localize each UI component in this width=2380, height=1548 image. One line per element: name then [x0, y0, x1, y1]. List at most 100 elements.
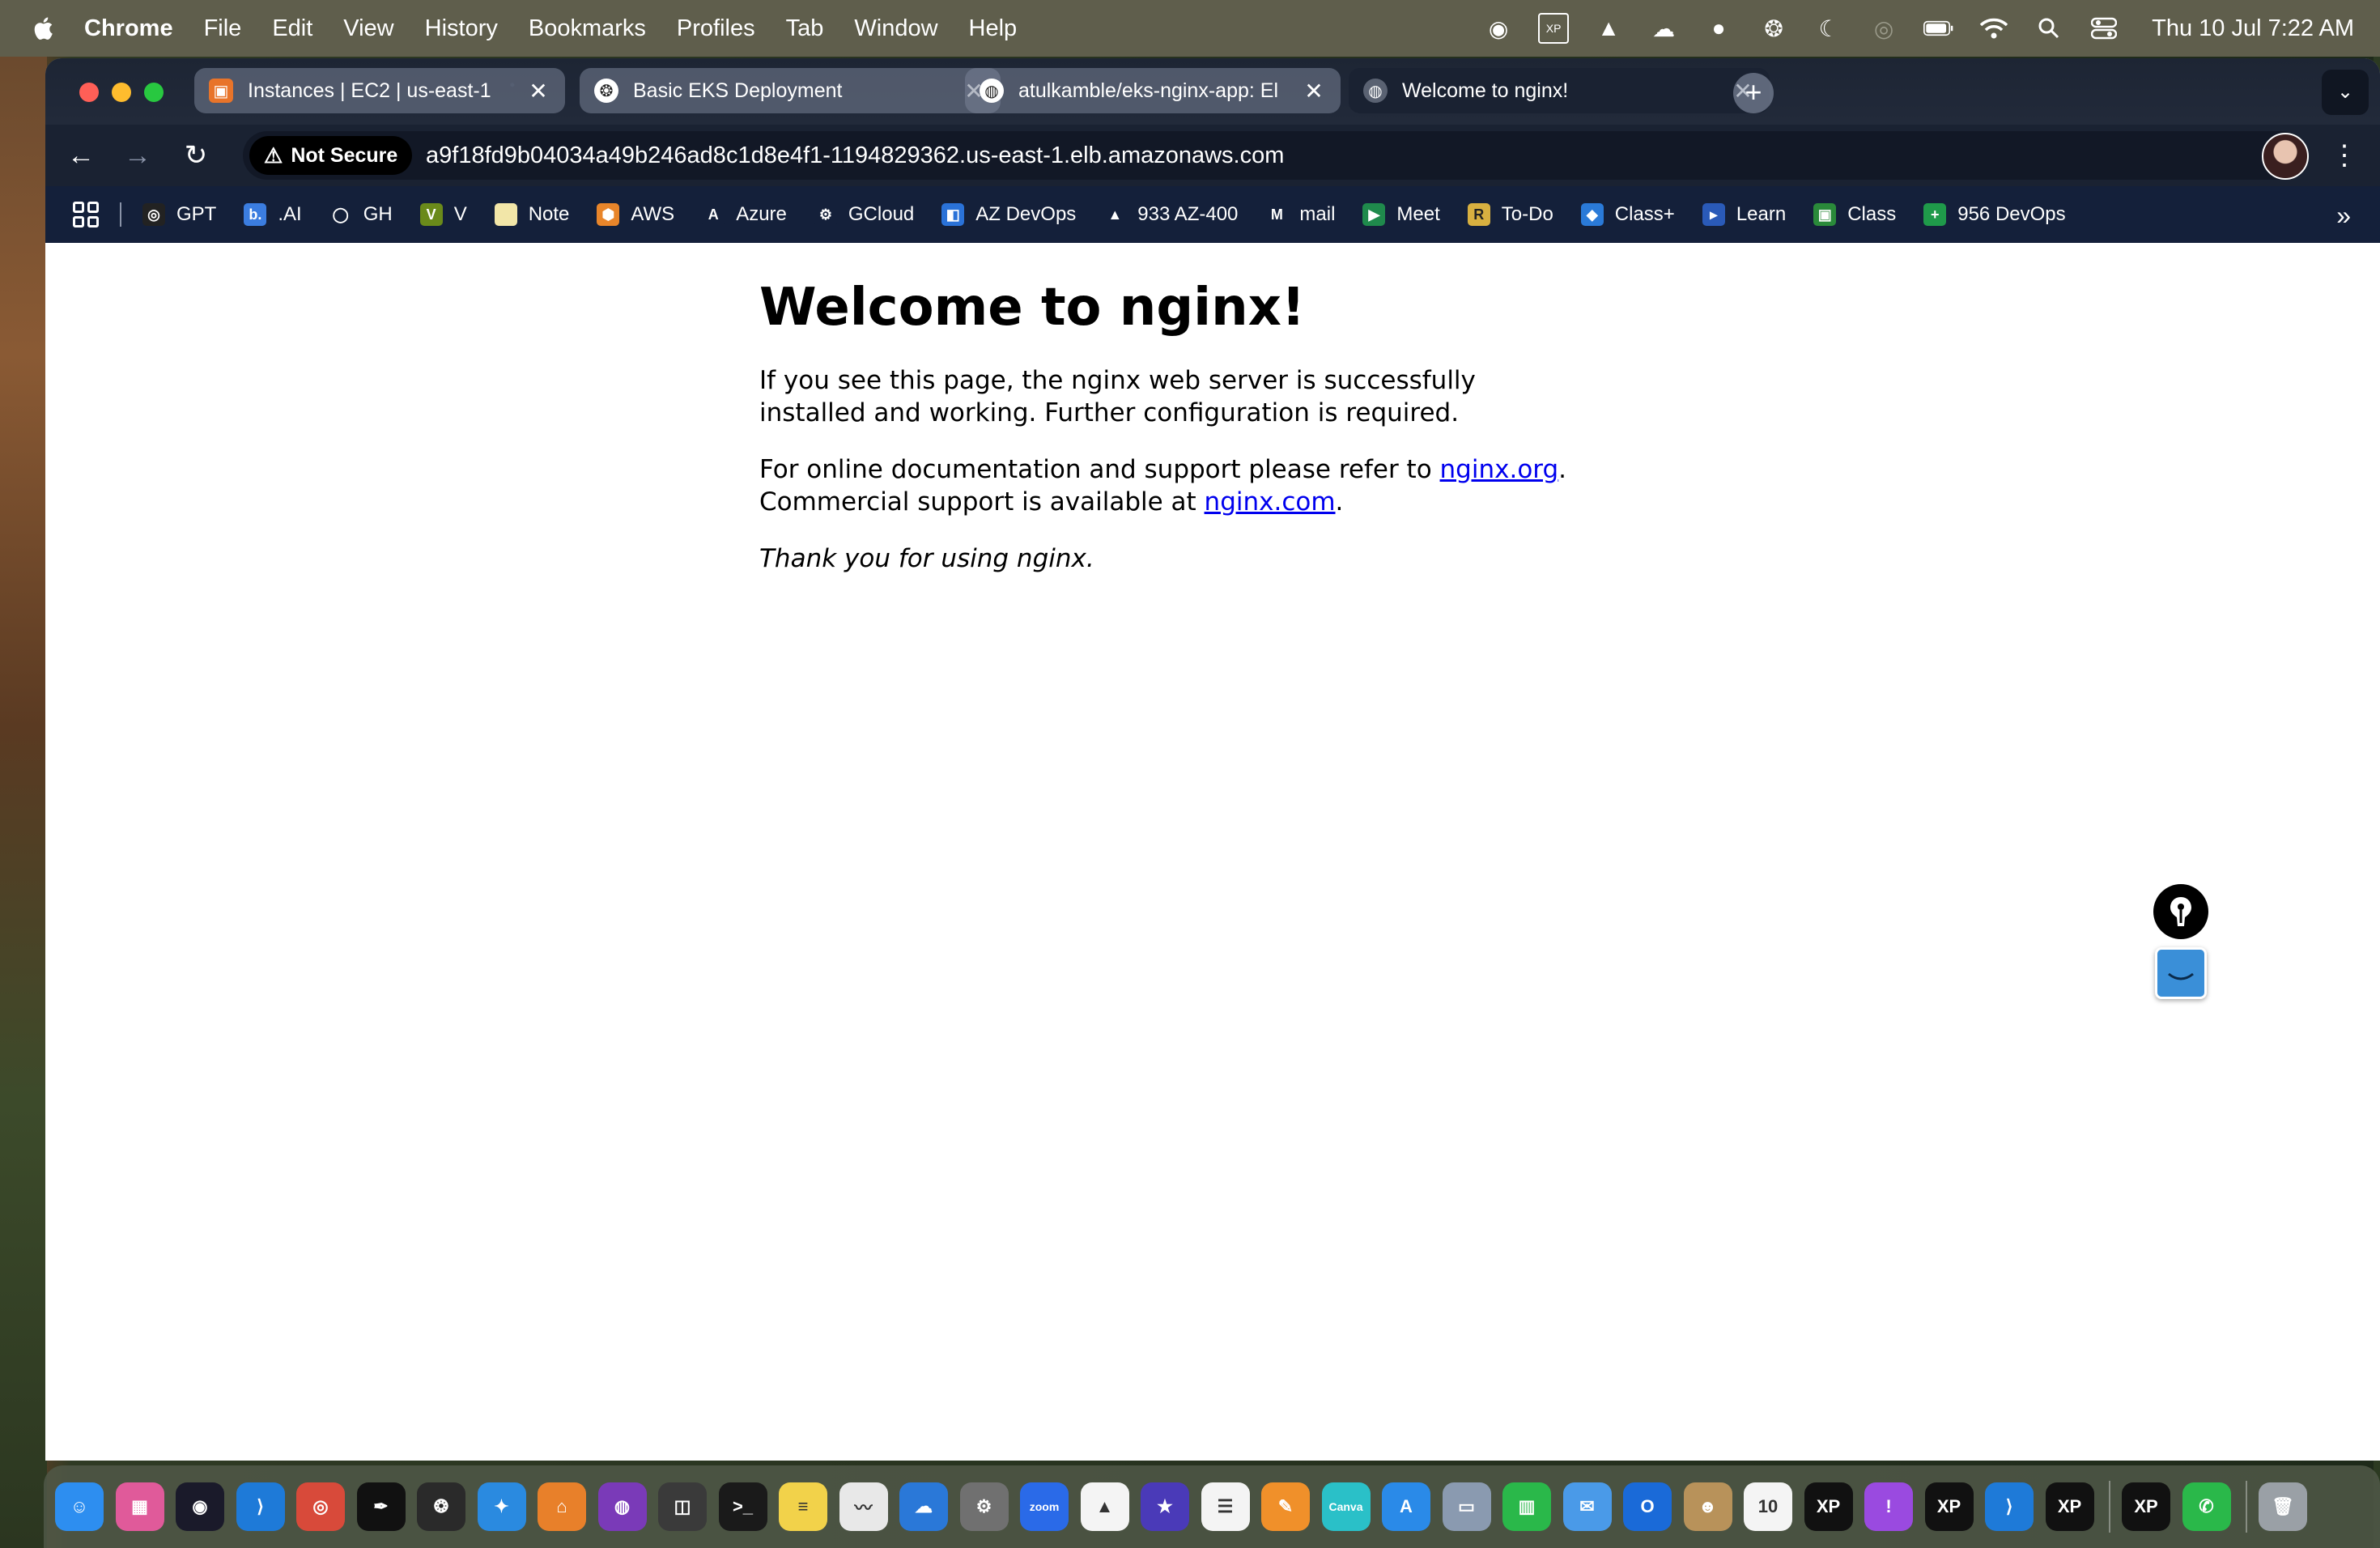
pen-pin-icon[interactable]: ✒: [356, 1482, 406, 1531]
tab-welcome-nginx[interactable]: ◍ Welcome to nginx! ✕: [1349, 68, 1770, 113]
apple-logo-icon[interactable]: [31, 15, 58, 42]
xppen-icon[interactable]: XP: [2045, 1482, 2094, 1531]
tab-github-repo[interactable]: ◍ atulkamble/eks-nginx-app: El ✕: [965, 68, 1341, 113]
control-center-icon[interactable]: [2089, 13, 2119, 44]
bookmark-gpt[interactable]: ◎ GPT: [142, 203, 216, 226]
obs-icon[interactable]: ◉: [176, 1482, 224, 1531]
close-tab-icon[interactable]: ✕: [1302, 78, 1326, 104]
nginx-com-link[interactable]: nginx.com: [1205, 487, 1336, 517]
do-not-disturb-icon[interactable]: ☾: [1813, 13, 1844, 44]
wifi-icon[interactable]: [1978, 13, 2009, 44]
google-drive-icon[interactable]: ▲: [1080, 1482, 1129, 1531]
browser-menu-icon[interactable]: ⋮: [2328, 138, 2361, 173]
bookmark-note[interactable]: Note: [494, 203, 569, 226]
menu-edit[interactable]: Edit: [272, 15, 312, 42]
tab-basic-eks[interactable]: ❂ Basic EKS Deployment ✕: [580, 68, 1001, 113]
pages-icon[interactable]: ✎: [1261, 1482, 1310, 1531]
bookmark-gcloud[interactable]: ⚙ GCloud: [814, 203, 914, 226]
airdrop-icon[interactable]: ◎: [1868, 13, 1899, 44]
tab-ec2-instances[interactable]: ▣ Instances | EC2 | us-east-1 ✕: [194, 68, 565, 113]
outlook-icon[interactable]: O: [1623, 1482, 1672, 1531]
battery-icon[interactable]: [1923, 13, 1954, 44]
pages-tray-icon[interactable]: ▲: [1593, 13, 1624, 44]
close-window-button[interactable]: [79, 83, 99, 102]
bookmark-learn[interactable]: ▸ Learn: [1702, 203, 1786, 226]
bookmark-v[interactable]: VV: [419, 203, 467, 226]
chatgpt-tray-icon[interactable]: ❂: [1758, 13, 1789, 44]
back-button[interactable]: ←: [63, 138, 99, 173]
reload-button[interactable]: ↻: [178, 138, 214, 173]
apps-grid-icon[interactable]: [73, 202, 99, 228]
not-secure-chip[interactable]: ⚠ Not Secure: [249, 136, 413, 175]
menu-file[interactable]: File: [204, 15, 242, 42]
terminal-icon[interactable]: >_: [718, 1482, 767, 1531]
bookmark-class[interactable]: ▣ Class: [1813, 203, 1896, 226]
bookmark-mail[interactable]: Mmail: [1265, 203, 1335, 226]
vscode-icon[interactable]: ⟩: [236, 1482, 285, 1531]
sourcetree-icon[interactable]: ⌂: [538, 1482, 586, 1531]
xppen-icon[interactable]: XP: [1924, 1482, 1974, 1531]
chatgpt-icon[interactable]: ❂: [417, 1482, 465, 1531]
imovie-icon[interactable]: ★: [1141, 1482, 1189, 1531]
launchpad-icon[interactable]: ▦: [115, 1482, 164, 1531]
pen-extension-icon[interactable]: [2153, 884, 2208, 939]
feedback-icon[interactable]: !: [1864, 1482, 1913, 1531]
spotlight-search-icon[interactable]: [2034, 13, 2064, 44]
app-store-icon[interactable]: A: [1382, 1482, 1430, 1531]
url-text[interactable]: a9f18fd9b04034a49b246ad8c1d8e4f1-1194829…: [426, 131, 1284, 180]
smile-extension-icon[interactable]: [2155, 947, 2207, 999]
cloud-icon[interactable]: ☁: [1648, 13, 1679, 44]
minimize-window-button[interactable]: [112, 83, 131, 102]
menu-view[interactable]: View: [343, 15, 393, 42]
address-bar[interactable]: ⚠ Not Secure a9f18fd9b04034a49b246ad8c1d…: [243, 131, 2307, 180]
bookmark-gh[interactable]: ◯ GH: [329, 203, 393, 226]
new-tab-button[interactable]: +: [1733, 73, 1774, 113]
system-settings-icon[interactable]: ⚙: [959, 1482, 1009, 1531]
profile-avatar[interactable]: [2262, 133, 2309, 180]
xppen-icon[interactable]: XP: [2122, 1482, 2170, 1531]
trash-icon[interactable]: 🗑: [2259, 1482, 2307, 1531]
pin-tray-icon[interactable]: ●: [1703, 13, 1734, 44]
bookmark-933-az-400[interactable]: ▲ 933 AZ-400: [1103, 203, 1238, 226]
bookmark-meet[interactable]: ▶ Meet: [1362, 203, 1440, 226]
screenshot-icon[interactable]: ◫: [658, 1482, 707, 1531]
bookmark-aws[interactable]: ⬢ AWS: [597, 203, 674, 226]
freeform-icon[interactable]: 〰: [839, 1482, 888, 1531]
contacts-icon[interactable]: ☻: [1683, 1482, 1732, 1531]
github-desktop-icon[interactable]: ◍: [597, 1482, 647, 1531]
tab-search-button[interactable]: ⌄: [2322, 70, 2369, 115]
bookmark-az-devops[interactable]: ◧ AZ DevOps: [941, 203, 1076, 226]
onedrive-icon[interactable]: ☁: [899, 1482, 948, 1531]
xppen-tray-icon[interactable]: XP: [1538, 13, 1570, 44]
numbers-icon[interactable]: ▥: [1502, 1482, 1551, 1531]
xppen-icon[interactable]: XP: [1804, 1482, 1853, 1531]
preview-icon[interactable]: ▭: [1442, 1482, 1491, 1531]
menu-clock[interactable]: Thu 10 Jul 7:22 AM: [2152, 15, 2354, 42]
reminders-icon[interactable]: ☰: [1201, 1482, 1250, 1531]
bookmark-956-devops[interactable]: +956 DevOps: [1923, 203, 2066, 226]
vscode-icon[interactable]: ⟩: [1985, 1482, 2034, 1531]
bookmark-azure[interactable]: A Azure: [702, 203, 787, 226]
calendar-icon[interactable]: 10: [1744, 1482, 1792, 1531]
whatsapp-icon[interactable]: ✆: [2182, 1482, 2231, 1531]
menu-bookmarks[interactable]: Bookmarks: [529, 15, 646, 42]
nginx-org-link[interactable]: nginx.org: [1440, 455, 1559, 484]
finder-icon[interactable]: ☺: [55, 1482, 104, 1531]
bookmark-to-do[interactable]: R To-Do: [1467, 203, 1553, 226]
menu-profiles[interactable]: Profiles: [677, 15, 755, 42]
menu-help[interactable]: Help: [969, 15, 1018, 42]
menu-app-name[interactable]: Chrome: [84, 15, 173, 42]
chrome-icon[interactable]: ◎: [296, 1482, 345, 1531]
notes-icon[interactable]: ≡: [779, 1482, 827, 1531]
screen-record-icon[interactable]: ◉: [1483, 13, 1514, 44]
menu-history[interactable]: History: [425, 15, 498, 42]
canva-icon[interactable]: Canva: [1321, 1482, 1371, 1531]
zoom-window-button[interactable]: [144, 83, 164, 102]
safari-icon[interactable]: ✦: [477, 1482, 526, 1531]
close-tab-icon[interactable]: ✕: [526, 78, 550, 104]
bookmark--ai[interactable]: b. .AI: [244, 203, 302, 226]
mail-icon[interactable]: ✉: [1562, 1482, 1612, 1531]
forward-button[interactable]: →: [120, 138, 155, 173]
menu-tab[interactable]: Tab: [786, 15, 824, 42]
menu-window[interactable]: Window: [854, 15, 937, 42]
